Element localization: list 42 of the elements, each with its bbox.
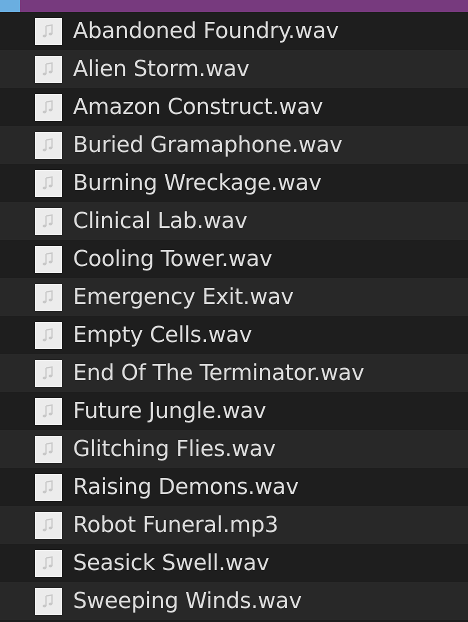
file-name: Sweeping Winds.wav xyxy=(73,588,302,614)
file-row[interactable]: Sweeping Winds.wav xyxy=(0,582,468,620)
file-row[interactable]: Robot Funeral.mp3 xyxy=(0,506,468,544)
audio-file-icon xyxy=(35,132,62,158)
file-row[interactable]: Glitching Flies.wav xyxy=(0,430,468,468)
file-name: Emergency Exit.wav xyxy=(73,284,294,310)
audio-file-icon xyxy=(35,56,62,82)
audio-file-icon xyxy=(35,474,62,500)
audio-file-icon xyxy=(35,512,62,538)
file-row[interactable]: Emergency Exit.wav xyxy=(0,278,468,316)
audio-file-icon xyxy=(35,94,62,120)
file-name: Robot Funeral.mp3 xyxy=(73,512,278,538)
audio-file-icon xyxy=(35,322,62,348)
audio-file-icon xyxy=(35,436,62,462)
audio-file-icon xyxy=(35,550,62,576)
folder-row[interactable] xyxy=(0,0,468,12)
file-name: Burning Wreckage.wav xyxy=(73,170,322,196)
file-name: Empty Cells.wav xyxy=(73,322,252,348)
audio-file-icon xyxy=(35,284,62,310)
audio-file-icon xyxy=(35,360,62,386)
file-row[interactable]: Buried Gramaphone.wav xyxy=(0,126,468,164)
file-name: Abandoned Foundry.wav xyxy=(73,18,339,44)
file-name: Future Jungle.wav xyxy=(73,398,266,424)
folder-icon xyxy=(0,0,20,12)
audio-file-icon xyxy=(35,398,62,424)
file-name: Raising Demons.wav xyxy=(73,474,299,500)
file-name: Cooling Tower.wav xyxy=(73,246,272,272)
file-name: Glitching Flies.wav xyxy=(73,436,276,462)
file-name: Amazon Construct.wav xyxy=(73,94,323,120)
file-name: Clinical Lab.wav xyxy=(73,208,248,234)
file-row[interactable]: End Of The Terminator.wav xyxy=(0,354,468,392)
audio-file-icon xyxy=(35,246,62,272)
audio-file-icon xyxy=(35,18,62,44)
file-name: Alien Storm.wav xyxy=(73,56,250,82)
audio-file-icon xyxy=(35,170,62,196)
audio-file-icon xyxy=(35,208,62,234)
file-row[interactable]: Alien Storm.wav xyxy=(0,50,468,88)
audio-file-icon xyxy=(35,588,62,614)
file-row[interactable]: Clinical Lab.wav xyxy=(0,202,468,240)
file-name: Seasick Swell.wav xyxy=(73,550,270,576)
file-name: Buried Gramaphone.wav xyxy=(73,132,342,158)
file-name: End Of The Terminator.wav xyxy=(73,360,364,386)
